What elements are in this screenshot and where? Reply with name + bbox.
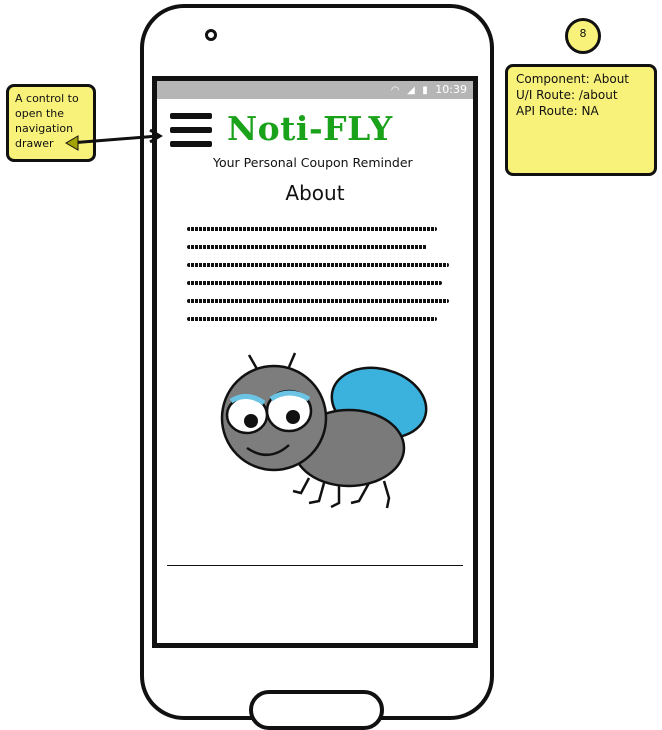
api-route-line: API Route: NA — [516, 104, 599, 118]
component-annotation-note: Component: About U/I Route: /about API R… — [505, 64, 657, 176]
ui-route-line: U/I Route: /about — [516, 88, 618, 102]
component-number-badge: 8 — [565, 18, 601, 54]
component-line: Component: About — [516, 72, 630, 86]
